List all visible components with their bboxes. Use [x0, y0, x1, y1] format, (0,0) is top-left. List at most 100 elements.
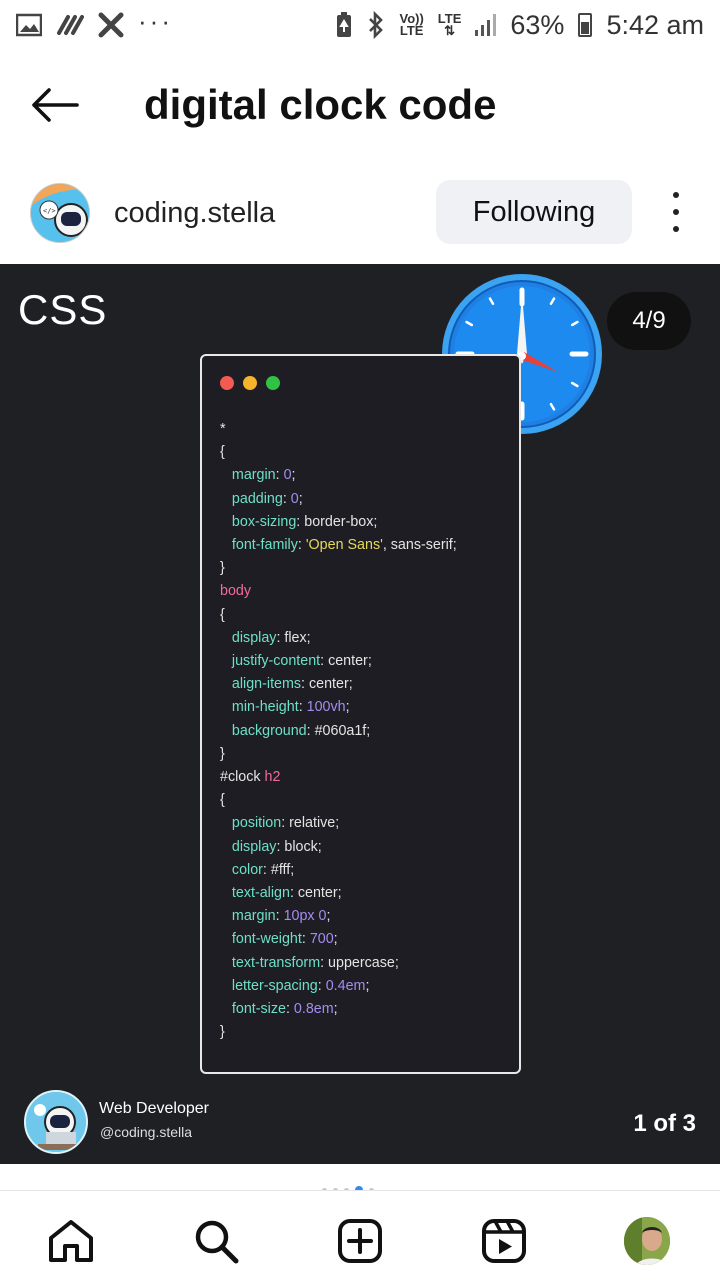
code-line: #clock h2: [220, 766, 457, 789]
profile-avatar: [622, 1215, 672, 1267]
code-line: display: block;: [220, 836, 457, 859]
code-token: 0.8em: [293, 1001, 334, 1018]
author-avatar[interactable]: </>: [30, 183, 90, 243]
nav-reels[interactable]: [479, 1216, 529, 1266]
post-watermark: Web Developer @coding.stella 1 of 3: [0, 1086, 720, 1158]
code-token: {: [220, 792, 225, 809]
bottom-nav: [0, 1190, 720, 1280]
title-bar: digital clock code: [0, 60, 720, 150]
code-line: }: [220, 743, 457, 766]
nav-create[interactable]: [335, 1216, 385, 1266]
status-left: ···: [16, 6, 173, 38]
code-token: ;: [326, 908, 331, 925]
code-token: 0.4em: [325, 977, 366, 994]
code-line: margin: 0;: [220, 464, 457, 487]
author-username[interactable]: coding.stella: [114, 197, 275, 230]
search-icon: [195, 1220, 239, 1264]
code-line: font-size: 0.8em;: [220, 998, 457, 1021]
status-bar: ··· Vo)) LTE LTE ⇅ 63% 5:42 am: [0, 0, 720, 50]
more-options-icon[interactable]: [666, 192, 686, 232]
code-token: ;: [333, 931, 338, 948]
reels-icon: [482, 1219, 526, 1263]
code-token: :: [298, 699, 307, 716]
code-token: h2: [264, 769, 281, 786]
code-token: }: [220, 1024, 225, 1041]
code-line: }: [220, 1021, 457, 1044]
code-token: 700: [309, 931, 334, 948]
signal-icon: [475, 14, 497, 36]
code-token: : center;: [320, 653, 372, 670]
code-token: :: [275, 467, 284, 484]
code-line: justify-content: center;: [220, 650, 457, 673]
code-line: background: #060a1f;: [220, 720, 457, 743]
post-image[interactable]: CSS 4/9 *{ margin: 0; padding: 0; box-si…: [0, 264, 720, 1164]
code-token: justify-content: [231, 653, 321, 670]
code-line: {: [220, 441, 457, 464]
creator-role: Web Developer: [99, 1100, 209, 1117]
code-token: ;: [298, 490, 303, 507]
clock-time: 5:42 am: [606, 9, 704, 40]
close-dot-icon: [220, 376, 234, 390]
code-line: box-sizing: border-box;: [220, 511, 457, 534]
code-token: position: [231, 815, 282, 832]
window-controls: [220, 376, 280, 390]
volte-indicator: Vo)) LTE: [399, 11, 424, 38]
profile-photo: [624, 1217, 670, 1265]
code-token: : center;: [289, 885, 342, 902]
code-token: box-sizing: [231, 513, 297, 530]
code-line: body: [220, 580, 457, 603]
code-token: : center;: [301, 676, 353, 693]
svg-text:</>: </>: [43, 207, 56, 215]
code-token: margin: [231, 467, 276, 484]
nav-search[interactable]: [191, 1216, 241, 1266]
code-token: :: [275, 908, 284, 925]
code-token: 'Open Sans': [305, 537, 383, 554]
battery-icon: [578, 13, 593, 37]
back-button[interactable]: [0, 60, 110, 150]
code-token: 10px 0: [283, 908, 327, 925]
code-token: :: [282, 490, 291, 507]
code-line: font-weight: 700;: [220, 928, 457, 951]
page-indicator: 1 of 3: [633, 1110, 696, 1137]
code-token: :: [301, 931, 310, 948]
code-token: display: [231, 629, 277, 646]
code-token: : #fff;: [262, 861, 295, 878]
status-right: Vo)) LTE LTE ⇅ 63% 5:42 am: [335, 10, 704, 41]
code-token: , sans-serif;: [382, 537, 457, 554]
gallery-icon: [16, 13, 42, 37]
battery-saver-icon: [337, 12, 352, 37]
code-line: padding: 0;: [220, 488, 457, 511]
following-button[interactable]: Following: [436, 180, 632, 244]
code-token: }: [220, 560, 225, 577]
code-token: {: [220, 606, 225, 623]
home-icon: [49, 1220, 93, 1262]
code-token: ;: [365, 977, 370, 994]
nav-profile[interactable]: [622, 1215, 672, 1267]
code-token: margin: [231, 908, 276, 925]
post-author-row: </> coding.stella Following: [0, 178, 720, 248]
creator-handle: @coding.stella: [100, 1124, 193, 1140]
code-token: font-weight: [231, 931, 302, 948]
bluetooth-icon: [369, 11, 384, 39]
astronaut-laptop-icon: [26, 1092, 86, 1152]
code-token: text-transform: [231, 954, 321, 971]
code-line: margin: 10px 0;: [220, 905, 457, 928]
code-line: font-family: 'Open Sans', sans-serif;: [220, 534, 457, 557]
nav-home[interactable]: [46, 1216, 96, 1266]
code-token: :: [297, 537, 306, 554]
code-token: letter-spacing: [231, 977, 318, 994]
code-window: * { margin: 0; padding: 0; box-sizing: bo…: [200, 354, 521, 1074]
code-line: text-align: center;: [220, 882, 457, 905]
